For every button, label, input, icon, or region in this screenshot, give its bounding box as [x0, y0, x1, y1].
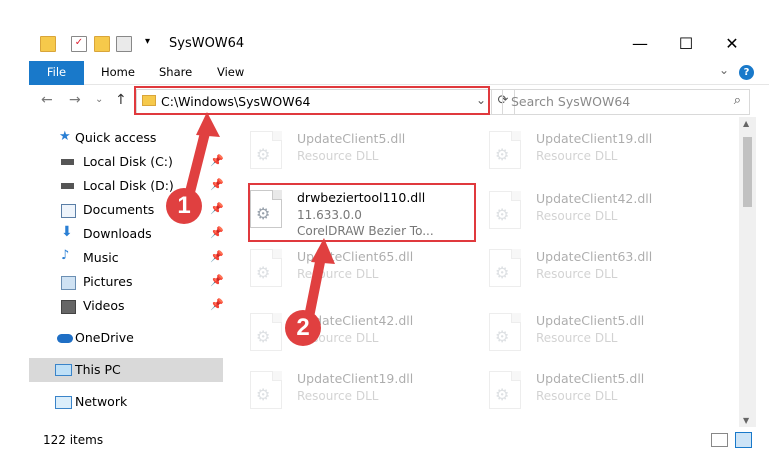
annotation-arrows [183, 112, 335, 327]
step-marker-1: 1 [166, 188, 202, 224]
arrow-1 [183, 112, 220, 205]
arrow-2 [303, 238, 335, 327]
step-marker-2: 2 [285, 310, 321, 346]
